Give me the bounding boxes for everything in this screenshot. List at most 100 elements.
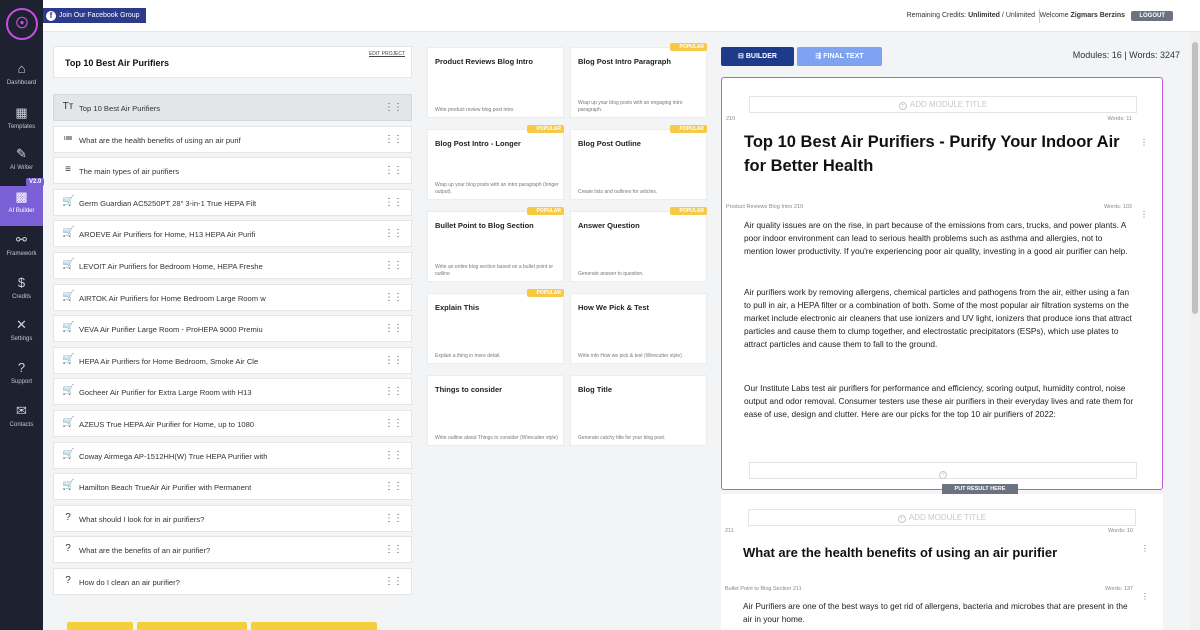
facebook-icon: f: [46, 11, 56, 21]
module-card-bullet-point-to-blog-section[interactable]: Bullet Point to Blog Section Write an ent…: [427, 207, 564, 282]
drag-handle-icon[interactable]: ⋮⋮: [384, 386, 403, 397]
module-card-title: How We Pick & Test: [578, 303, 649, 312]
drag-handle-icon[interactable]: ⋮⋮: [384, 102, 403, 113]
drag-handle-icon[interactable]: ⋮⋮: [384, 134, 403, 145]
add-button-3[interactable]: [251, 622, 377, 630]
outline-row[interactable]: 🛒 LEVOIT Air Purifiers for Bedroom Home, …: [53, 252, 412, 279]
drag-handle-icon[interactable]: ⋮: [1141, 544, 1149, 553]
drag-handle-icon[interactable]: ⋮⋮: [384, 228, 403, 239]
word-count: Words: 10: [1108, 528, 1133, 534]
drag-handle-icon[interactable]: ⋮: [1140, 210, 1148, 219]
nav-item-dashboard[interactable]: ⌂ Dashboard: [0, 58, 43, 98]
put-result-here-label[interactable]: PUT RESULT HERE: [942, 484, 1018, 494]
module-card-description: Explain a thing in more detail.: [435, 352, 501, 359]
drag-handle-icon[interactable]: ⋮⋮: [384, 323, 403, 334]
article-title[interactable]: Top 10 Best Air Purifiers - Purify Your …: [744, 130, 1144, 178]
add-module-title-button[interactable]: + ADD MODULE TITLE: [748, 509, 1136, 526]
outline-row[interactable]: 🛒 AROEVE Air Purifiers for Home, H13 HEPA…: [53, 220, 412, 248]
facebook-group-button[interactable]: f Join Our Facebook Group: [43, 8, 146, 23]
credits-value: Unlimited: [968, 12, 1000, 19]
drag-handle-icon[interactable]: ⋮⋮: [384, 513, 403, 524]
module-card-blog-title[interactable]: Blog Title Generate catchy title for your…: [570, 375, 707, 446]
intro-paragraph-1[interactable]: Air quality issues are on the rise, in p…: [744, 219, 1134, 258]
drag-handle-icon[interactable]: ⋮⋮: [384, 418, 403, 429]
intro-paragraph-3[interactable]: Our Institute Labs test air purifiers fo…: [744, 382, 1134, 421]
builder-button[interactable]: ⊟ BUILDER: [721, 47, 794, 66]
module-card-things-to-consider[interactable]: Things to consider Write outline about Th…: [427, 375, 564, 446]
drag-handle-icon[interactable]: ⋮⋮: [384, 292, 403, 303]
drag-handle-icon[interactable]: ⋮⋮: [384, 481, 403, 492]
module-card-title: Blog Post Intro Paragraph: [578, 57, 671, 66]
drag-handle-icon[interactable]: ⋮⋮: [384, 260, 403, 271]
intro-paragraph-2[interactable]: Air purifiers work by removing allergens…: [744, 286, 1134, 351]
outline-row-text: What should I look for in air purifiers?: [79, 514, 205, 524]
final-text-button[interactable]: ⇶ FINAL TEXT: [797, 47, 882, 66]
module-card-product-reviews-blog-intro[interactable]: Product Reviews Blog Intro Write product …: [427, 47, 564, 118]
nav-item-ai-builder[interactable]: ▩ AI Builder: [0, 186, 43, 226]
logout-button[interactable]: LOGOUT: [1131, 11, 1173, 21]
drag-handle-icon[interactable]: ⋮⋮: [384, 576, 403, 587]
outline-row[interactable]: 🛒 HEPA Air Purifiers for Home Bedroom, Sm…: [53, 346, 412, 374]
drag-handle-icon[interactable]: ⋮⋮: [384, 197, 403, 208]
module-card-description: Wrap up your blog posts with an intro pa…: [435, 182, 559, 195]
module-card-blog-post-outline[interactable]: Blog Post Outline Create lists and outlin…: [570, 125, 707, 200]
module-card-answer-question[interactable]: Answer Question Generate answer to questi…: [570, 207, 707, 282]
add-result-slot[interactable]: +: [749, 462, 1137, 479]
drag-handle-icon[interactable]: ⋮⋮: [384, 450, 403, 461]
row-type-icon: 🛒: [62, 448, 75, 460]
module-card-description: Write an entire blog section based on a …: [435, 264, 554, 277]
nav-item-support[interactable]: ? Support: [0, 357, 43, 397]
nav-item-credits[interactable]: $ Credits: [0, 272, 43, 312]
nav-item-ai-writer[interactable]: ✎ AI Writer: [0, 143, 43, 183]
section-heading[interactable]: What are the health benefits of using an…: [743, 545, 1057, 560]
section-paragraph[interactable]: Air Purifiers are one of the best ways t…: [743, 600, 1133, 626]
outline-row[interactable]: 🛒 Germ Guardian AC5250PT 28" 3-in-1 True …: [53, 188, 412, 216]
scrollbar-thumb[interactable]: [1192, 42, 1198, 314]
page-scrollbar[interactable]: [1190, 32, 1200, 630]
brain-head-logo[interactable]: ☉: [6, 8, 38, 40]
outline-row[interactable]: ? What should I look for in air purifiers…: [53, 504, 412, 532]
credits-prefix: Remaining Credits:: [906, 12, 967, 19]
nav-item-templates[interactable]: ▦ Templates: [0, 102, 43, 142]
outline-row[interactable]: 🛒 VEVA Air Purifier Large Room - ProHEPA …: [53, 315, 412, 343]
module-card-explain-this[interactable]: Explain This Explain a thing in more deta…: [427, 289, 564, 364]
outline-row[interactable]: 🛒 Coway Airmega AP-1512HH(W) True HEPA Pu…: [53, 441, 412, 469]
module-number: 211: [725, 528, 734, 534]
module-card-description: Write outline about Things to consider (…: [435, 434, 558, 441]
nav-item-settings[interactable]: ✕ Settings: [0, 314, 43, 354]
outline-row[interactable]: 🛒 Gocheer Air Purifier for Extra Large Ro…: [53, 378, 412, 406]
module-card-blog-post-intro-longer[interactable]: Blog Post Intro - Longer Wrap up your blo…: [427, 125, 564, 200]
add-module-title-button[interactable]: + ADD MODULE TITLE: [749, 96, 1137, 113]
row-type-icon: ?: [65, 543, 71, 555]
drag-handle-icon[interactable]: ⋮: [1141, 592, 1149, 601]
row-type-icon: ?: [65, 575, 71, 586]
outline-row[interactable]: 🛒 AIRTOK Air Purifiers for Home Bedroom L…: [53, 283, 412, 311]
module-card-how-we-pick-test[interactable]: How We Pick & Test Write info How we pick…: [570, 293, 707, 364]
outline-row[interactable]: ? What are the benefits of an air purifie…: [53, 536, 412, 564]
add-button-2[interactable]: [137, 622, 247, 630]
drag-handle-icon[interactable]: ⋮⋮: [384, 544, 403, 555]
welcome-text: Welcome Zigmars Berzins: [1040, 12, 1125, 19]
add-button-1[interactable]: [67, 622, 133, 630]
nav-item-framework[interactable]: ⚯ Framework: [0, 229, 43, 269]
outline-row-text: Gocheer Air Purifier for Extra Large Roo…: [79, 388, 252, 398]
nav-item-contacts[interactable]: ✉ Contacts: [0, 400, 43, 440]
outline-row[interactable]: ? How do I clean an air purifier? ⋮⋮: [53, 568, 412, 595]
outline-row[interactable]: ≡ The main types of air purifiers ⋮⋮: [53, 157, 412, 185]
nav-item-label: Settings: [10, 336, 33, 342]
drag-handle-icon[interactable]: ⋮⋮: [384, 355, 403, 366]
word-count: Words: 103: [1103, 204, 1132, 210]
outline-row[interactable]: 🛒 Hamilton Beach TrueAir Air Purifier wit…: [53, 473, 412, 501]
drag-handle-icon[interactable]: ⋮⋮: [384, 165, 403, 176]
outline-row[interactable]: Tт Top 10 Best Air Purifiers ⋮⋮: [53, 94, 412, 121]
outline-row[interactable]: 🛒 AZEUS True HEPA Air Purifier for Home, …: [53, 410, 412, 437]
module-word-stats: Modules: 16 | Words: 3247: [1072, 50, 1180, 60]
module-card-title: Product Reviews Blog Intro: [435, 57, 533, 66]
add-module-title-label: ADD MODULE TITLE: [908, 513, 987, 522]
edit-project-link[interactable]: EDIT PROJECT: [369, 51, 405, 57]
builder-icon: ⊟: [738, 53, 746, 60]
outline-row[interactable]: ≔ What are the health benefits of using a…: [53, 125, 412, 153]
top-bar: f Join Our Facebook Group Remaining Credi…: [43, 0, 1200, 32]
module-card-blog-post-intro-paragraph[interactable]: Blog Post Intro Paragraph Wrap up your bl…: [570, 43, 707, 118]
popular-badge: ⚡POPULAR: [527, 207, 564, 215]
